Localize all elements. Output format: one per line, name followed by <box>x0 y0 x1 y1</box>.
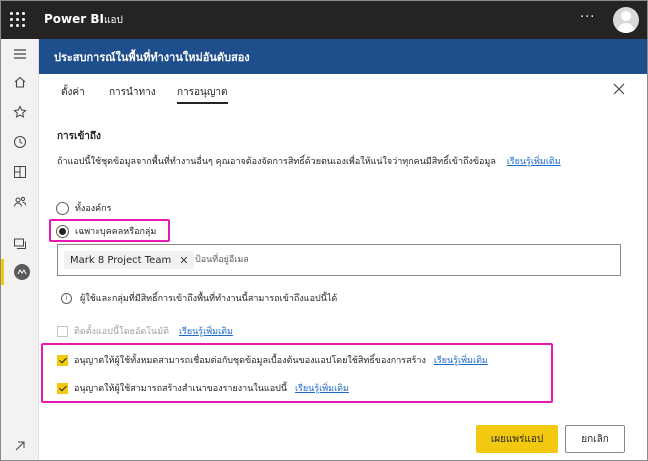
radio-entire-org-label: ทั้งองค์กร <box>75 204 112 214</box>
tab-navigation[interactable]: การนำทาง <box>109 85 156 100</box>
access-info-text: ผู้ใช้และกลุ่มที่มีสิทธิ์การเข้าถึงพื้นท… <box>80 294 338 304</box>
close-icon[interactable] <box>612 81 626 95</box>
avatar[interactable] <box>613 7 639 33</box>
radio-specific-people[interactable]: เฉพาะบุคคลหรือกลุ่ม <box>56 224 156 238</box>
copy-reports-checkbox[interactable] <box>57 382 68 394</box>
top-bar: Power BI แอป ··· <box>1 1 647 39</box>
more-options-icon[interactable]: ··· <box>580 10 595 25</box>
radio-specific-people-button[interactable] <box>56 224 69 238</box>
home-icon[interactable] <box>1 69 39 95</box>
build-permission-option[interactable]: อนุญาตให้ผู้ใช้ทั้งหมดสามารถเชื่อมต่อกับ… <box>57 353 488 367</box>
access-section-title: การเข้าถึง <box>57 131 101 142</box>
build-permission-label: อนุญาตให้ผู้ใช้ทั้งหมดสามารถเชื่อมต่อกับ… <box>74 356 426 366</box>
auto-install-checkbox[interactable] <box>57 325 68 337</box>
info-icon: i <box>61 292 72 304</box>
app-name[interactable]: Power BI <box>44 12 104 26</box>
panel-title: ประสบการณ์ในพื้นที่ทำงานใหม่อันดับสอง <box>54 51 250 64</box>
publish-app-button[interactable]: เผยแพร่แอป <box>476 425 558 453</box>
workspaces-icon[interactable] <box>1 231 39 257</box>
copy-reports-label: อนุญาตให้ผู้ใช้สามารถสร้างสำเนาของรายงาน… <box>74 384 287 394</box>
current-workspace-icon[interactable] <box>1 259 39 285</box>
panel-header: ประสบการณ์ในพื้นที่ทำงานใหม่อันดับสอง <box>39 39 647 74</box>
cancel-button[interactable]: ยกเลิก <box>565 425 625 453</box>
auto-install-label: ติดตั้งแอปนี้โดยอัตโนมัติ <box>74 327 169 337</box>
apps-icon[interactable] <box>1 159 39 185</box>
left-nav-rail <box>1 39 39 460</box>
build-permission-learn-more-link[interactable]: เรียนรู้เพิ่มเติม <box>434 353 488 367</box>
auto-install-option[interactable]: ติดตั้งแอปนี้โดยอัตโนมัติ เรียนรู้เพิ่มเ… <box>57 324 233 338</box>
copy-reports-option[interactable]: อนุญาตให้ผู้ใช้สามารถสร้างสำเนาของรายงาน… <box>57 381 349 395</box>
build-permission-checkbox[interactable] <box>57 354 68 366</box>
access-info: i ผู้ใช้และกลุ่มที่มีสิทธิ์การเข้าถึงพื้… <box>61 291 337 305</box>
shared-with-me-icon[interactable] <box>1 189 39 215</box>
breadcrumb[interactable]: แอป <box>104 13 123 28</box>
expand-arrow-icon[interactable] <box>1 433 39 459</box>
app-window: Power BI แอป ··· ประสบการณ์ในพื้นที่ทำงา… <box>0 0 648 461</box>
remove-chip-icon[interactable]: ✕ <box>179 254 188 267</box>
access-description: ถ้าแอปนี้ใช้ชุดข้อมูลจากพื้นที่ทำงานอื่น… <box>57 157 561 167</box>
email-input[interactable] <box>195 251 595 269</box>
radio-entire-org-button[interactable] <box>56 201 69 215</box>
auto-install-learn-more-link[interactable]: เรียนรู้เพิ่มเติม <box>179 324 233 338</box>
waffle-menu-icon[interactable] <box>9 11 27 29</box>
tab-setup[interactable]: ตั้งค่า <box>61 85 85 100</box>
radio-specific-people-label: เฉพาะบุคคลหรือกลุ่ม <box>75 227 157 237</box>
access-learn-more-link[interactable]: เรียนรู้เพิ่มเติม <box>507 157 561 167</box>
recent-clock-icon[interactable] <box>1 129 39 155</box>
radio-entire-org[interactable]: ทั้งองค์กร <box>56 201 111 215</box>
people-chip-label: Mark 8 Project Team <box>70 254 172 266</box>
people-chip: Mark 8 Project Team ✕ <box>64 251 195 269</box>
hamburger-menu-icon[interactable] <box>1 41 39 67</box>
copy-reports-learn-more-link[interactable]: เรียนรู้เพิ่มเติม <box>295 381 349 395</box>
tab-permissions[interactable]: การอนุญาต <box>177 85 228 104</box>
people-picker[interactable]: Mark 8 Project Team ✕ <box>57 244 621 276</box>
favorites-star-icon[interactable] <box>1 99 39 125</box>
